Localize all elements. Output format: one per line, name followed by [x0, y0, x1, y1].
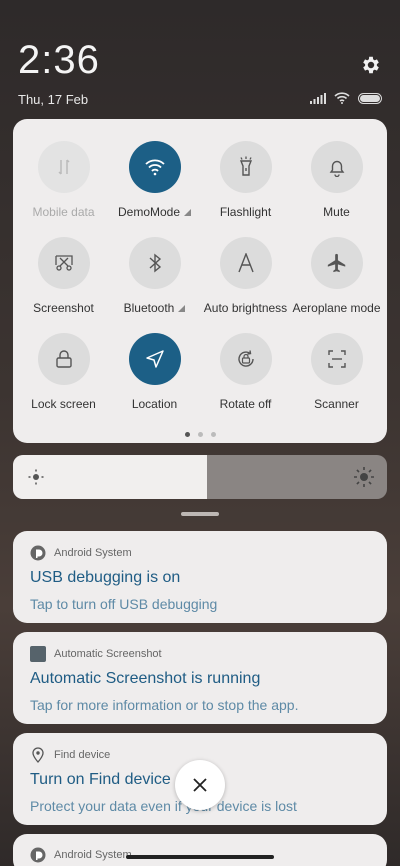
notification-header: Android System	[30, 545, 371, 561]
tile-label: Lock screen	[31, 397, 96, 411]
bell-icon	[310, 141, 363, 193]
notification-app-name: Find device	[54, 749, 111, 761]
wifi-icon	[128, 141, 181, 193]
tile-label: Mute	[323, 205, 350, 219]
home-indicator[interactable]	[126, 855, 274, 859]
scissors-icon	[37, 237, 90, 289]
tile-label: Aeroplane mode	[292, 301, 381, 315]
tile-scanner[interactable]: Scanner	[291, 333, 382, 411]
notification-title: USB debugging is on	[30, 569, 181, 586]
page-dot[interactable]	[197, 432, 203, 437]
bluetooth-icon	[128, 237, 181, 289]
tile-label: Scanner	[314, 397, 359, 411]
location-arrow-icon	[128, 333, 181, 385]
location-pin-icon	[32, 747, 44, 763]
page-indicator	[13, 432, 387, 437]
notification-text: Tap for more information or to stop the …	[30, 697, 299, 713]
tile-mute[interactable]: Mute	[291, 141, 382, 219]
tile-label: Bluetooth	[124, 301, 186, 315]
status-icons	[310, 92, 382, 104]
tile-label: DemoMode	[118, 205, 192, 219]
tile-location[interactable]: Location	[109, 333, 200, 411]
brightness-slider[interactable]	[13, 455, 387, 499]
signal-icon	[310, 92, 326, 104]
tile-label: Mobile data	[32, 205, 95, 219]
quick-settings-grid: Mobile data DemoMode Flashlight Mute Scr…	[13, 141, 387, 411]
android-system-icon	[30, 545, 46, 561]
drag-handle[interactable]	[181, 512, 219, 516]
tile-flashlight[interactable]: Flashlight	[200, 141, 291, 219]
page-dot[interactable]	[210, 432, 216, 437]
settings-gear-icon[interactable]	[360, 54, 382, 76]
notification-app-name: Automatic Screenshot	[54, 648, 162, 660]
tile-label: Screenshot	[33, 301, 94, 315]
tile-mobile-data[interactable]: Mobile data	[18, 141, 109, 219]
notification-automatic-screenshot[interactable]: Automatic Screenshot Automatic Screensho…	[13, 632, 387, 724]
tile-label: Location	[131, 397, 178, 411]
tile-lock-screen[interactable]: Lock screen	[18, 333, 109, 411]
quick-settings-panel: Mobile data DemoMode Flashlight Mute Scr…	[13, 119, 387, 443]
notification-title: Automatic Screenshot is running	[30, 670, 261, 687]
notification-text: Tap to turn off USB debugging	[30, 596, 218, 612]
scanner-icon	[310, 333, 363, 385]
tile-screenshot[interactable]: Screenshot	[18, 237, 109, 315]
auto-brightness-icon	[219, 237, 272, 289]
tile-bluetooth[interactable]: Bluetooth	[109, 237, 200, 315]
lock-icon	[37, 333, 90, 385]
tile-label: Flashlight	[219, 205, 272, 219]
expand-triangle-icon	[184, 208, 192, 216]
automatic-screenshot-app-icon	[30, 646, 46, 662]
tile-rotate-off[interactable]: Rotate off	[200, 333, 291, 411]
notification-usb-debugging[interactable]: Android System USB debugging is on Tap t…	[13, 531, 387, 623]
tile-label: Rotate off	[219, 397, 272, 411]
notification-android-system[interactable]: Android System	[13, 834, 387, 866]
battery-icon	[358, 92, 382, 104]
notification-header: Automatic Screenshot	[30, 646, 371, 662]
flashlight-icon	[219, 141, 272, 193]
brightness-high-icon	[354, 467, 374, 487]
brightness-low-icon	[28, 469, 44, 485]
android-system-icon	[30, 847, 46, 863]
close-icon	[193, 778, 207, 792]
clock-time: 2:36	[18, 38, 100, 82]
tile-aeroplane-mode[interactable]: Aeroplane mode	[291, 237, 382, 315]
tile-demomode[interactable]: DemoMode	[109, 141, 200, 219]
wifi-status-icon	[334, 92, 350, 104]
tile-auto-brightness[interactable]: Auto brightness	[200, 237, 291, 315]
expand-triangle-icon	[178, 304, 186, 312]
notification-app-name: Android System	[54, 849, 132, 861]
status-date: Thu, 17 Feb	[18, 92, 89, 107]
airplane-icon	[310, 237, 363, 289]
clear-notifications-button[interactable]	[175, 760, 225, 810]
notification-app-name: Android System	[54, 547, 132, 559]
mobile-data-icon	[37, 141, 90, 193]
page-dot-active[interactable]	[184, 432, 190, 437]
tile-label: Auto brightness	[203, 301, 288, 315]
rotate-lock-icon	[219, 333, 272, 385]
